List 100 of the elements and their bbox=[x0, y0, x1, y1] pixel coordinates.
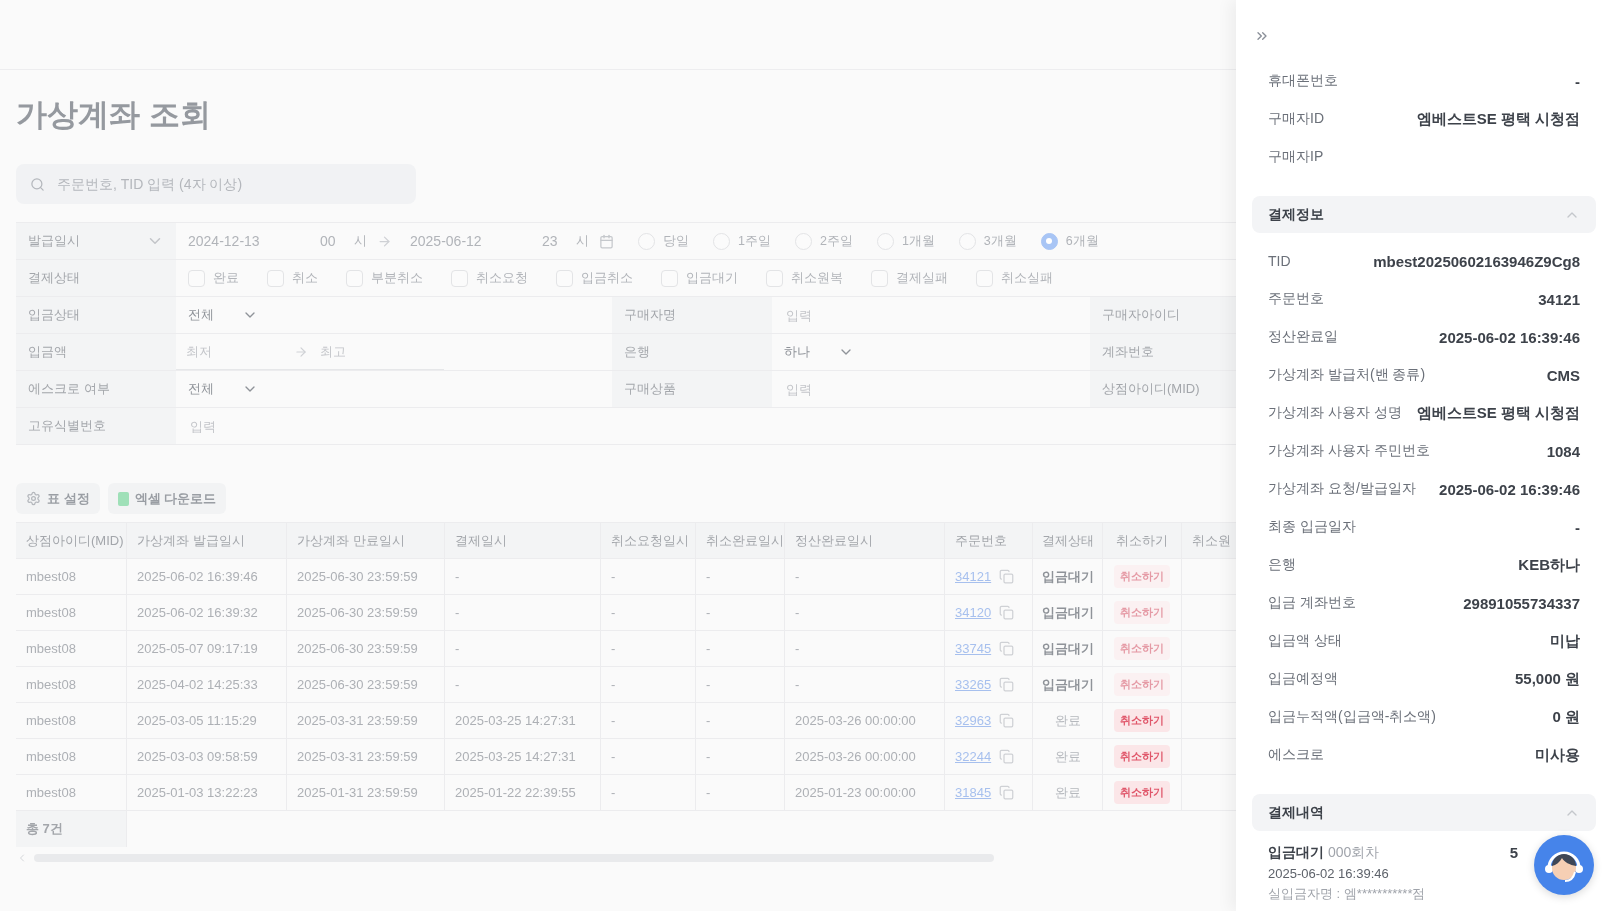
section-header[interactable]: 결제정보 bbox=[1252, 196, 1596, 233]
copy-icon[interactable] bbox=[999, 569, 1015, 584]
table-cell: 2025-03-25 14:27:31 bbox=[445, 703, 601, 738]
page-title: 가상계좌 조회 bbox=[16, 96, 212, 134]
table-cell: - bbox=[601, 667, 696, 702]
cancel-button[interactable]: 취소하기 bbox=[1114, 745, 1170, 768]
cancel-button[interactable]: 취소하기 bbox=[1114, 781, 1170, 804]
detail-value: - bbox=[1575, 72, 1580, 90]
filter-label: 입금액 bbox=[28, 343, 67, 361]
order-link[interactable]: 32244 bbox=[955, 749, 992, 764]
date-type-select[interactable]: 발급일시 bbox=[16, 223, 176, 259]
table-cell: mbest08 bbox=[16, 559, 127, 594]
order-link[interactable]: 33745 bbox=[955, 641, 992, 656]
table-cell: mbest08 bbox=[16, 595, 127, 630]
detail-label: 가상계좌 사용자 성명 bbox=[1268, 404, 1402, 422]
section-header[interactable]: 결제내역 bbox=[1252, 794, 1596, 831]
column-header: 결제상태 bbox=[1033, 523, 1103, 558]
range-radio[interactable]: 6개월 bbox=[1040, 232, 1099, 250]
detail-value: 1084 bbox=[1546, 442, 1580, 460]
filter-label: 상점아이디(MID) bbox=[1102, 380, 1200, 398]
cancel-button[interactable]: 취소하기 bbox=[1114, 709, 1170, 732]
date-field[interactable]: 2025-06-12 bbox=[410, 233, 520, 249]
toolbar-button[interactable]: 엑셀 다운로드 bbox=[107, 483, 227, 514]
status-checkbox[interactable]: 부분취소 bbox=[346, 269, 423, 287]
status-checkbox[interactable]: 취소실패 bbox=[976, 269, 1053, 287]
detail-label: 최종 입금일자 bbox=[1268, 518, 1356, 536]
status-text: 입금대기 bbox=[1041, 603, 1094, 622]
status-text: 완료 bbox=[1054, 783, 1081, 802]
hour-unit: 시 bbox=[576, 232, 589, 250]
detail-label: 가상계좌 사용자 주민번호 bbox=[1268, 442, 1430, 460]
detail-label: 가상계좌 발급처(밴 종류) bbox=[1268, 366, 1426, 384]
detail-value: 0 원 bbox=[1552, 707, 1580, 727]
detail-value: 29891055734337 bbox=[1463, 594, 1580, 612]
support-chat-button[interactable] bbox=[1534, 835, 1594, 895]
detail-value: 엠베스트SE 평택 시청점 bbox=[1416, 109, 1580, 129]
order-link[interactable]: 34120 bbox=[955, 605, 992, 620]
table-cell: - bbox=[785, 667, 945, 702]
table-cell: 2025-06-30 23:59:59 bbox=[287, 667, 445, 702]
date-field[interactable]: 2024-12-13 bbox=[188, 233, 298, 249]
status-checkbox[interactable]: 완료 bbox=[188, 269, 239, 287]
order-link[interactable]: 33265 bbox=[955, 677, 992, 692]
table-cell: mbest08 bbox=[16, 631, 127, 666]
select-field[interactable]: 전체 bbox=[188, 306, 258, 324]
copy-icon[interactable] bbox=[999, 749, 1015, 764]
range-radio[interactable]: 2주일 bbox=[794, 232, 853, 250]
table-cell: - bbox=[696, 631, 785, 666]
copy-icon[interactable] bbox=[999, 605, 1015, 620]
detail-value: 미납 bbox=[1550, 631, 1580, 651]
copy-icon[interactable] bbox=[999, 641, 1015, 656]
range-radio[interactable]: 1개월 bbox=[876, 232, 935, 250]
select-field[interactable]: 전체 bbox=[188, 380, 258, 398]
order-link[interactable]: 34121 bbox=[955, 569, 992, 584]
search-icon bbox=[30, 176, 45, 192]
table-cell: mbest08 bbox=[16, 667, 127, 702]
entry-status: 입금대기 000회차 bbox=[1268, 843, 1380, 862]
table-cell: - bbox=[601, 703, 696, 738]
detail-value: - bbox=[1575, 518, 1580, 536]
range-radio[interactable]: 3개월 bbox=[958, 232, 1017, 250]
column-header: 가상계좌 발급일시 bbox=[127, 523, 287, 558]
table-cell: - bbox=[785, 595, 945, 630]
status-checkbox[interactable]: 입금취소 bbox=[556, 269, 633, 287]
column-header: 취소원 bbox=[1182, 523, 1236, 558]
arrow-right-icon bbox=[377, 233, 392, 249]
detail-label: 가상계좌 요청/발급일자 bbox=[1268, 480, 1416, 498]
column-header: 취소요청일시 bbox=[601, 523, 696, 558]
detail-label: 입금예정액 bbox=[1268, 670, 1338, 688]
filter-label: 구매자아이디 bbox=[1102, 306, 1180, 324]
copy-icon[interactable] bbox=[999, 713, 1015, 728]
status-checkbox[interactable]: 취소 bbox=[267, 269, 318, 287]
order-link[interactable]: 32963 bbox=[955, 713, 992, 728]
copy-icon[interactable] bbox=[999, 677, 1015, 692]
detail-label: 휴대폰번호 bbox=[1268, 72, 1338, 90]
column-header: 결제일시 bbox=[445, 523, 601, 558]
hour-field[interactable]: 00 bbox=[320, 233, 344, 249]
hour-field[interactable]: 23 bbox=[542, 233, 566, 249]
table-cell: 2025-03-26 00:00:00 bbox=[785, 739, 945, 774]
detail-value: 2025-06-02 16:39:46 bbox=[1439, 328, 1580, 346]
table-cell: - bbox=[696, 559, 785, 594]
table-cell: - bbox=[696, 739, 785, 774]
copy-icon[interactable] bbox=[999, 785, 1015, 800]
order-link[interactable]: 31845 bbox=[955, 785, 992, 800]
detail-value: 미사용 bbox=[1535, 745, 1580, 765]
range-radio[interactable]: 1주일 bbox=[713, 232, 771, 250]
detail-value: mbest20250602163946Z9Cg8 bbox=[1373, 252, 1580, 270]
column-header: 가상계좌 만료일시 bbox=[287, 523, 445, 558]
column-header: 상점아이디(MID) bbox=[16, 523, 127, 558]
select-field[interactable]: 하나 bbox=[784, 343, 854, 361]
filter-label: 결제상태 bbox=[28, 269, 80, 287]
status-checkbox[interactable]: 결제실패 bbox=[871, 269, 948, 287]
filter-label: 에스크로 여부 bbox=[28, 380, 110, 398]
status-checkbox[interactable]: 취소요청 bbox=[451, 269, 528, 287]
calendar-icon[interactable] bbox=[599, 233, 614, 249]
column-header: 취소하기 bbox=[1103, 523, 1182, 558]
detail-label: 주문번호 bbox=[1268, 290, 1324, 308]
range-radio[interactable]: 당일 bbox=[638, 232, 689, 250]
status-checkbox[interactable]: 취소원복 bbox=[766, 269, 843, 287]
toolbar-button[interactable]: 표 설정 bbox=[16, 483, 100, 514]
filter-label: 구매자명 bbox=[624, 306, 676, 324]
table-cell: 2025-06-02 16:39:46 bbox=[127, 559, 287, 594]
status-checkbox[interactable]: 입금대기 bbox=[661, 269, 738, 287]
